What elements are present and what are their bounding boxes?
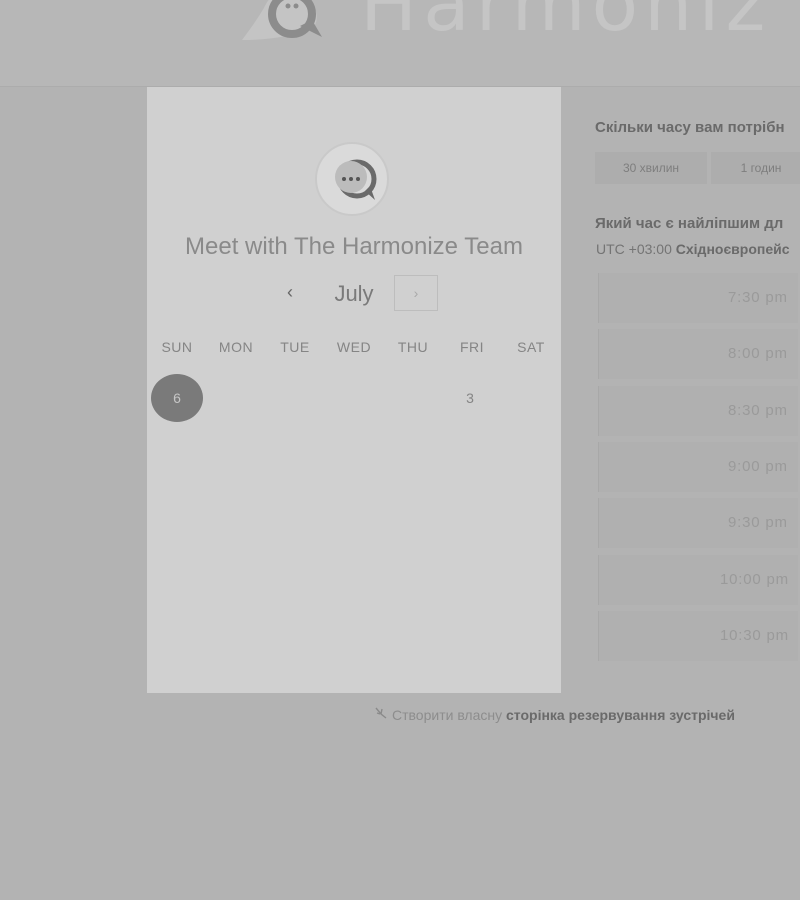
create-booking-page-link[interactable]: Створити власну сторінка резервування зу… — [374, 706, 735, 723]
chat-bubble-icon — [335, 159, 377, 200]
weekday-fri: FRI — [459, 339, 485, 355]
time-slot[interactable]: 8:30 pm — [598, 386, 798, 436]
booking-card: Meet with The Harmonize Team ‹ July › SU… — [147, 87, 561, 693]
weekday-sun: SUN — [161, 339, 193, 355]
time-slot-label: 7:30 pm — [728, 289, 788, 306]
weekday-wed: WED — [336, 339, 372, 355]
timezone-label[interactable]: UTC +03:00 Східноєвропейс — [596, 241, 790, 257]
weekday-sat: SAT — [517, 339, 545, 355]
time-slot-label: 9:00 pm — [728, 458, 788, 475]
event-title: Meet with The Harmonize Team — [185, 233, 523, 260]
time-slot[interactable]: 9:30 pm — [598, 498, 798, 548]
next-month-button[interactable]: › — [394, 275, 438, 311]
calendar-day-selected[interactable]: 6 — [151, 374, 203, 422]
footer-link-bold: сторінка резервування зустрічей — [506, 707, 735, 723]
sparkle-icon — [374, 706, 388, 723]
time-slot[interactable]: 10:00 pm — [598, 555, 798, 605]
harmonize-logo-icon — [242, 0, 322, 40]
weekday-thu: THU — [397, 339, 429, 355]
timezone-name: Східноєвропейс — [675, 241, 790, 257]
avatar — [315, 142, 389, 216]
time-slot-label: 8:30 pm — [728, 402, 788, 419]
time-slot-label: 10:30 pm — [720, 627, 789, 644]
time-slot[interactable]: 8:00 pm — [598, 329, 798, 379]
calendar-day[interactable]: 3 — [444, 374, 496, 422]
duration-option-30min[interactable]: 30 хвилин — [595, 152, 707, 184]
time-slot-label: 9:30 pm — [728, 514, 788, 531]
footer-link-prefix: Створити власну — [392, 707, 503, 723]
duration-option-1h[interactable]: 1 годин — [711, 152, 800, 184]
previous-month-button[interactable]: ‹ — [277, 279, 303, 305]
time-slot-label: 10:00 pm — [720, 571, 789, 588]
time-slot[interactable]: 10:30 pm — [598, 611, 798, 661]
time-slot[interactable]: 9:00 pm — [598, 442, 798, 492]
time-question: Який час є найліпшим дл — [595, 215, 784, 232]
weekday-mon: MON — [218, 339, 254, 355]
duration-question: Скільки часу вам потрібн — [595, 119, 785, 136]
scheduling-panel: Скільки часу вам потрібн 30 хвилин 1 год… — [595, 0, 800, 900]
weekday-tue: TUE — [280, 339, 310, 355]
time-slot-label: 8:00 pm — [728, 345, 788, 362]
time-slot[interactable]: 7:30 pm — [598, 273, 798, 323]
month-navigation: ‹ July › — [147, 275, 561, 311]
month-label: July — [334, 281, 374, 306]
timezone-offset: UTC +03:00 — [596, 241, 672, 257]
